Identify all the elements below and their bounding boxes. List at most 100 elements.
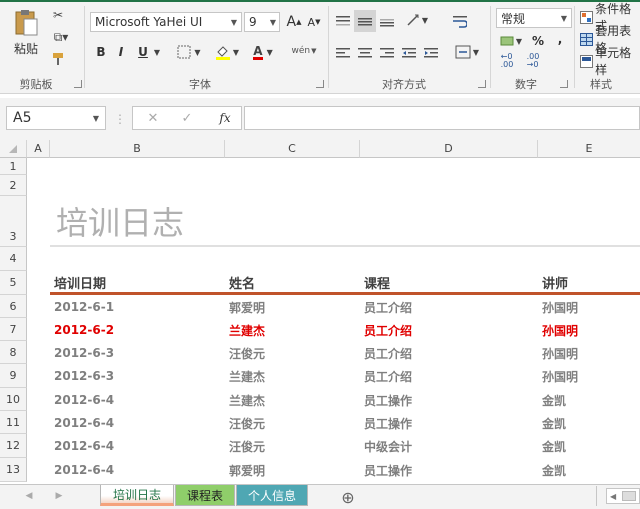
cell-date[interactable]: 2012-6-1 (54, 296, 214, 318)
cell-teacher[interactable]: 孙国明 (542, 296, 632, 318)
column-header-b[interactable]: B (50, 140, 225, 158)
row-header-11[interactable]: 11 (0, 411, 27, 434)
comma-button[interactable]: , (554, 30, 566, 48)
increase-indent-icon[interactable] (422, 44, 440, 62)
row-header-6[interactable]: 6 (0, 295, 27, 318)
formula-bar-splitter[interactable]: ⋮ (114, 112, 126, 126)
cell-styles-button[interactable]: 单元格样 (580, 46, 640, 77)
row-header-7[interactable]: 7 (0, 318, 27, 341)
cell-teacher[interactable]: 金凯 (542, 435, 632, 457)
enter-icon[interactable]: ✓ (178, 108, 196, 128)
cell-name[interactable]: 郭爱明 (229, 296, 349, 318)
align-left-icon[interactable] (334, 44, 352, 62)
scroll-thumb[interactable] (622, 491, 637, 501)
name-box[interactable]: A5 ▼ (6, 106, 106, 130)
increase-decimal-icon[interactable]: ←0.00 (496, 52, 518, 70)
row-header-13[interactable]: 13 (0, 458, 27, 482)
align-middle-icon[interactable] (354, 10, 376, 32)
header-name[interactable]: 姓名 (229, 272, 349, 292)
bold-button[interactable]: B (92, 42, 110, 62)
underline-button[interactable]: U (134, 42, 152, 62)
cell-course[interactable]: 员工操作 (364, 459, 524, 481)
cell-date[interactable]: 2012-6-2 (54, 319, 214, 341)
row-header-8[interactable]: 8 (0, 341, 27, 364)
cell-course[interactable]: 员工介绍 (364, 342, 524, 364)
cell-date[interactable]: 2012-6-3 (54, 365, 214, 387)
percent-button[interactable]: % (530, 32, 546, 50)
row-header-4[interactable]: 4 (0, 247, 27, 271)
row-header-5[interactable]: 5 (0, 271, 27, 295)
cell-name[interactable]: 郭爱明 (229, 459, 349, 481)
cell-course[interactable]: 员工操作 (364, 412, 524, 434)
header-teacher[interactable]: 讲师 (542, 272, 632, 292)
cell-date[interactable]: 2012-6-4 (54, 412, 214, 434)
row-header-9[interactable]: 9 (0, 364, 27, 388)
cell-date[interactable]: 2012-6-4 (54, 435, 214, 457)
cell-teacher[interactable]: 孙国明 (542, 342, 632, 364)
column-header-c[interactable]: C (225, 140, 360, 158)
sheet-tab-schedule[interactable]: 课程表 (175, 485, 235, 506)
font-name-select[interactable]: Microsoft YaHei UI ▼ (90, 12, 242, 32)
cell-course[interactable]: 员工介绍 (364, 319, 524, 341)
cell-course[interactable]: 中级会计 (364, 435, 524, 457)
scroll-tabs-left-icon[interactable]: ◀ (22, 489, 36, 503)
alignment-launcher-icon[interactable] (478, 80, 486, 88)
row-header-2[interactable]: 2 (0, 175, 27, 196)
italic-button[interactable]: I (112, 42, 130, 62)
header-date[interactable]: 培训日期 (54, 272, 214, 292)
decrease-decimal-icon[interactable]: .00 →0 (522, 52, 544, 70)
cell-name[interactable]: 汪俊元 (229, 342, 349, 364)
scroll-left-icon[interactable]: ◀ (610, 492, 616, 501)
chevron-down-icon[interactable]: ▼ (152, 42, 162, 62)
add-sheet-icon[interactable]: ⊕ (338, 487, 358, 507)
horizontal-scrollbar[interactable]: ◀ (606, 488, 640, 504)
decrease-indent-icon[interactable] (400, 44, 418, 62)
font-color-icon[interactable]: A ▼ (248, 42, 278, 62)
cell-course[interactable]: 员工操作 (364, 389, 524, 411)
cell-date[interactable]: 2012-6-4 (54, 389, 214, 411)
phonetic-icon[interactable]: wén ▼ (290, 40, 318, 62)
cell-name[interactable]: 兰建杰 (229, 389, 349, 411)
align-center-icon[interactable] (356, 44, 374, 62)
select-all-corner[interactable] (0, 140, 27, 158)
shrink-font-button[interactable]: A ▼ (306, 12, 322, 32)
cell-name[interactable]: 兰建杰 (229, 319, 349, 341)
column-header-e[interactable]: E (538, 140, 640, 158)
formula-input[interactable] (244, 106, 640, 130)
align-right-icon[interactable] (378, 44, 396, 62)
cell-name[interactable]: 汪俊元 (229, 412, 349, 434)
copy-icon[interactable]: ⧉▾ (48, 28, 74, 46)
sheet-tab-training-log[interactable]: 培训日志 (100, 485, 174, 506)
column-header-a[interactable]: A (27, 140, 50, 158)
format-painter-icon[interactable] (48, 50, 68, 68)
sheet-title[interactable]: 培训日志 (56, 200, 356, 244)
row-header-3[interactable]: 3 (0, 196, 27, 247)
orientation-icon[interactable]: ▼ (402, 10, 432, 30)
wrap-text-icon[interactable] (450, 12, 470, 32)
font-size-select[interactable]: 9 ▼ (244, 12, 280, 32)
number-format-select[interactable]: 常规 ▼ (496, 8, 572, 28)
tab-splitter[interactable] (596, 486, 597, 506)
cell-course[interactable]: 员工介绍 (364, 296, 524, 318)
currency-icon[interactable]: ▼ (496, 32, 526, 50)
cell-teacher[interactable]: 金凯 (542, 459, 632, 481)
row-header-10[interactable]: 10 (0, 388, 27, 411)
cell-name[interactable]: 兰建杰 (229, 365, 349, 387)
align-top-icon[interactable] (334, 12, 352, 30)
row-header-1[interactable]: 1 (0, 158, 27, 175)
font-launcher-icon[interactable] (316, 80, 324, 88)
cell-date[interactable]: 2012-6-4 (54, 459, 214, 481)
cancel-icon[interactable]: ✕ (144, 108, 162, 128)
column-header-d[interactable]: D (360, 140, 538, 158)
cell-name[interactable]: 汪俊元 (229, 435, 349, 457)
cell-course[interactable]: 员工介绍 (364, 365, 524, 387)
merge-center-icon[interactable]: ▼ (450, 42, 484, 62)
clipboard-launcher-icon[interactable] (74, 80, 82, 88)
cut-icon[interactable]: ✂ (48, 6, 68, 24)
align-bottom-icon[interactable] (378, 12, 396, 30)
sheet-tab-personal-info[interactable]: 个人信息 (236, 485, 308, 506)
insert-function-icon[interactable]: fx (214, 108, 236, 128)
cell-teacher[interactable]: 金凯 (542, 389, 632, 411)
border-icon[interactable]: ▼ (174, 42, 204, 62)
fill-color-icon[interactable]: ▼ (212, 42, 242, 62)
